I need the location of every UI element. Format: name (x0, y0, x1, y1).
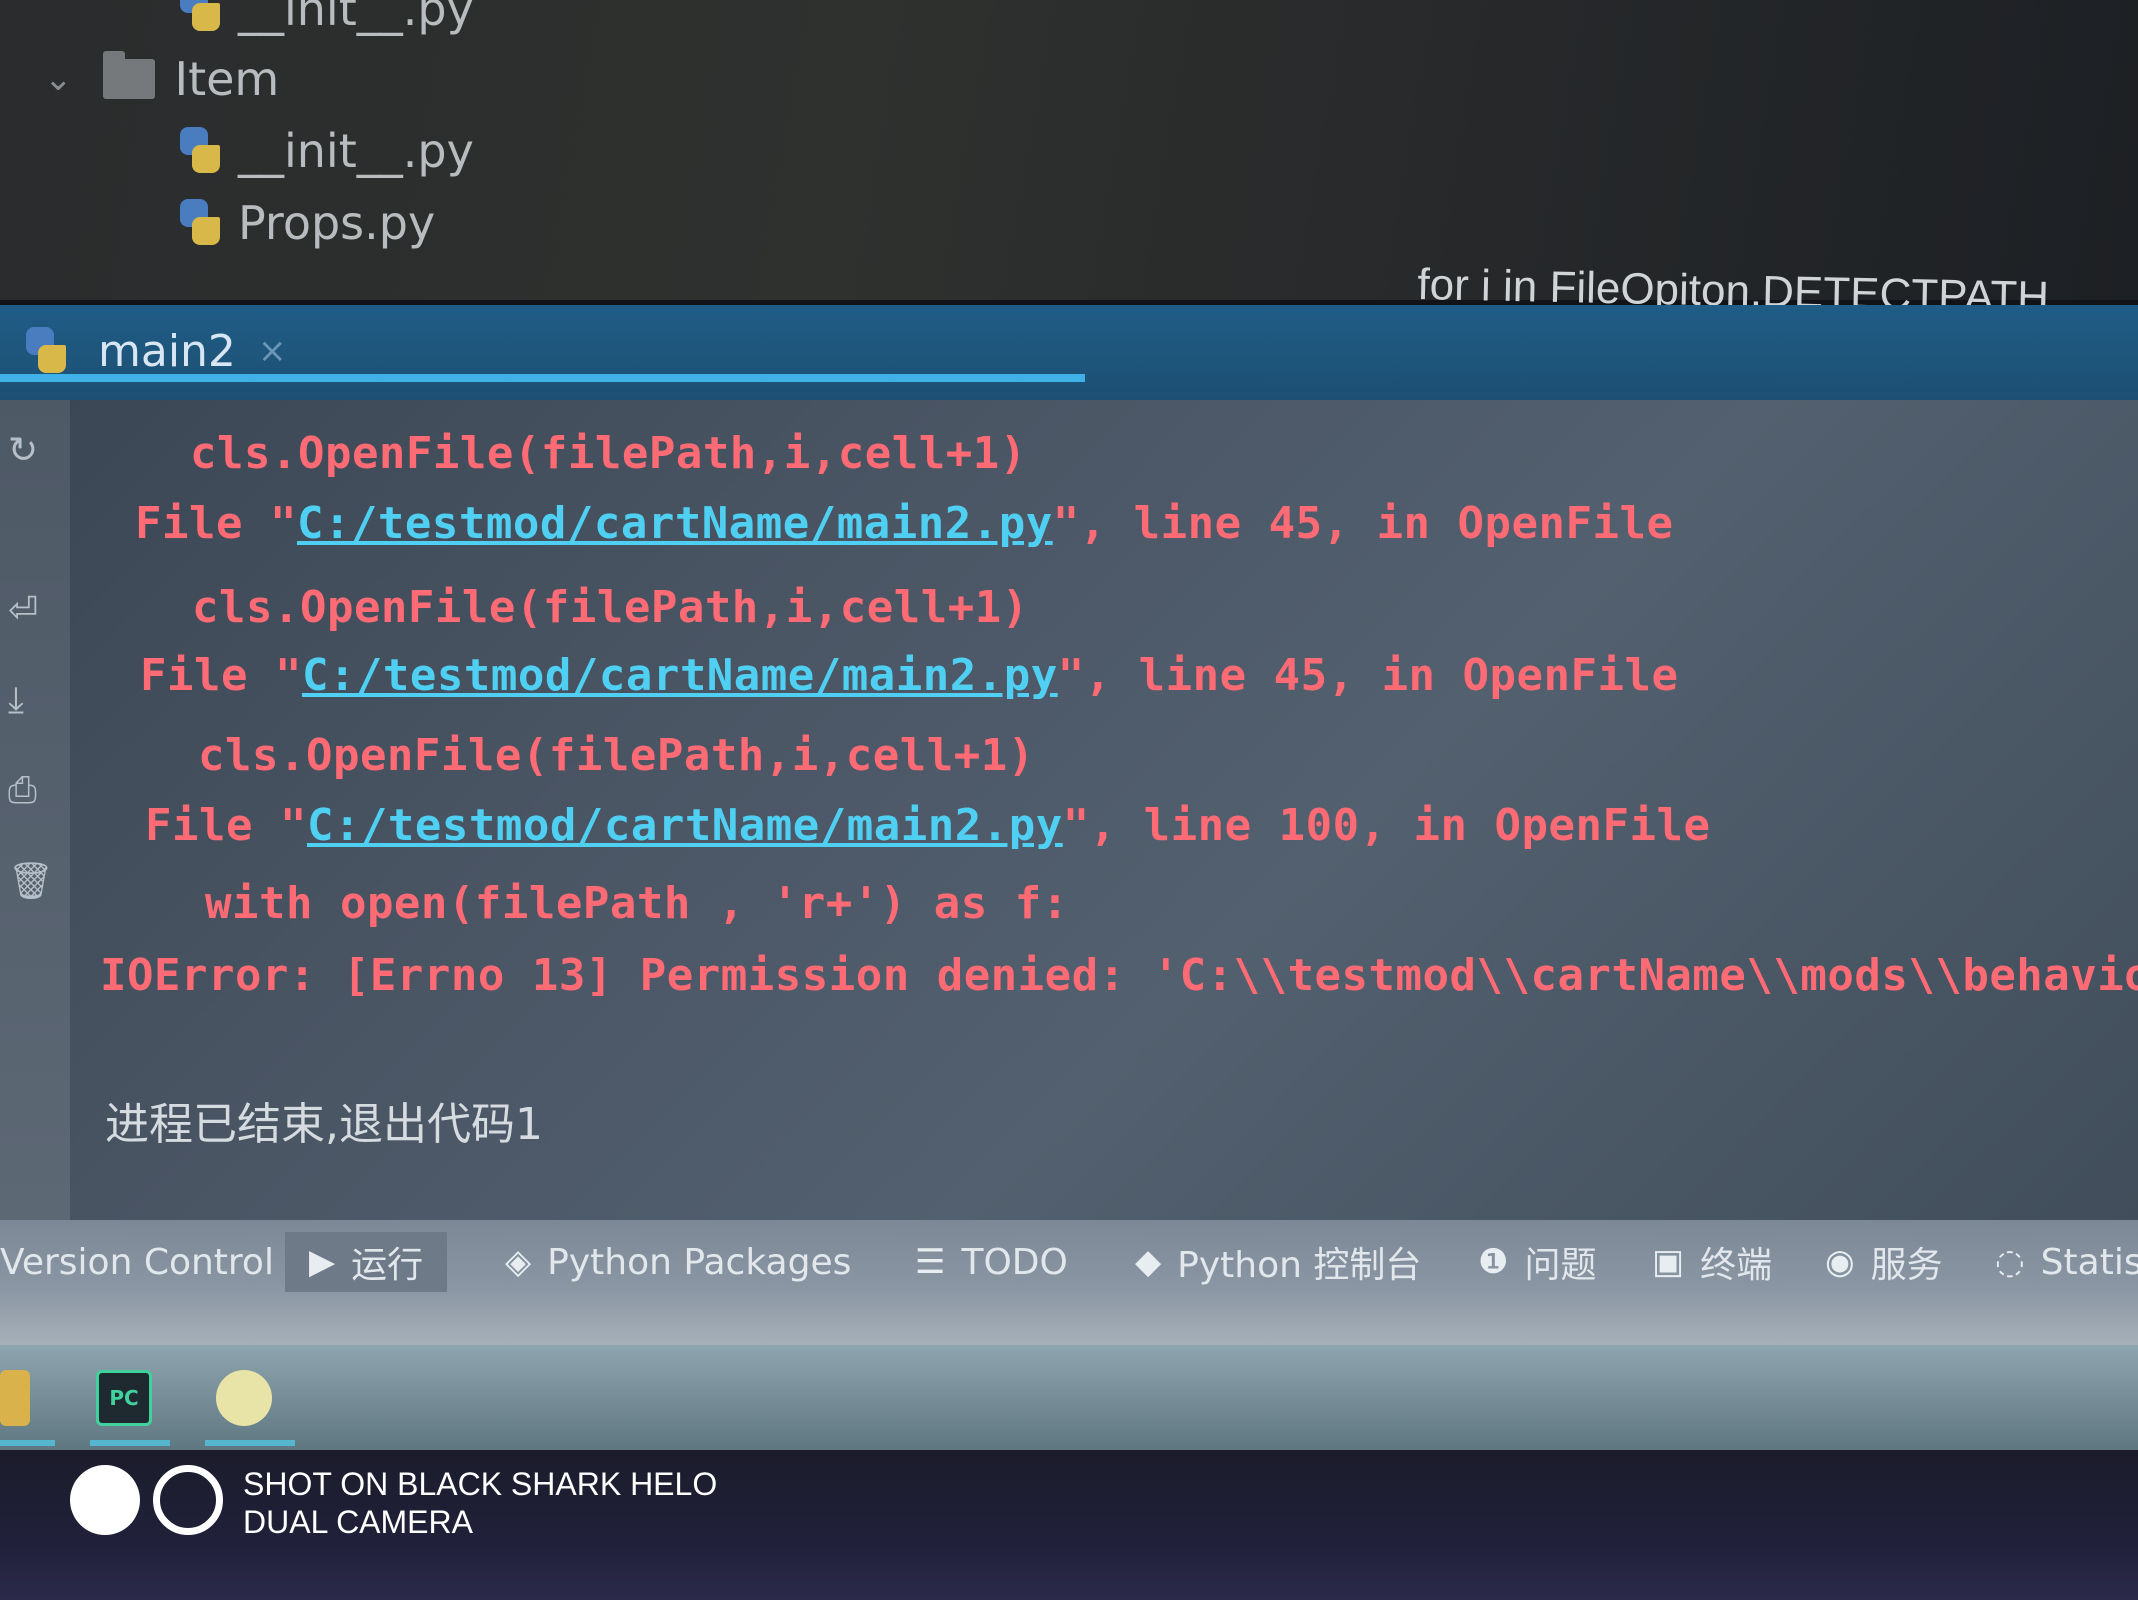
tool-statistic[interactable]: ◌ Statist (1995, 1232, 2138, 1292)
console-toolbar: ↻ ⏎ ⤓ ⎙ 🗑 (0, 400, 70, 1220)
watermark-dot-filled (70, 1465, 140, 1535)
console-line: cls.OpenFile(filePath,i,cell+1) (192, 582, 1029, 633)
scroll-to-end-icon[interactable]: ⤓ (8, 680, 24, 722)
file-link[interactable]: C:/testmod/cartName/main2.py (307, 800, 1063, 851)
tool-label: Version Control (0, 1241, 274, 1283)
tool-label: 终端 (1700, 1245, 1773, 1286)
python-file-icon (178, 127, 224, 175)
project-tree: __init__.py ⌄ Item __init__.py Props.py (0, 0, 2138, 300)
taskbar-active-indicator (0, 1440, 55, 1446)
taskbar-active-indicator (205, 1440, 295, 1446)
file-explorer-icon[interactable] (0, 1370, 30, 1426)
windows-taskbar (0, 1345, 2138, 1450)
tree-item-label: Props.py (238, 196, 436, 250)
play-icon: ▶ (309, 1242, 336, 1282)
python-file-icon (178, 199, 224, 247)
tool-problems[interactable]: ❶ 问题 (1478, 1232, 1597, 1292)
pycharm-icon[interactable]: PC (96, 1370, 152, 1426)
tool-label: 服务 (1870, 1245, 1943, 1286)
watermark-line2: DUAL CAMERA (243, 1504, 473, 1540)
list-icon: ☰ (915, 1242, 946, 1282)
python-file-icon (178, 0, 224, 33)
run-tab-bar: main2 × (0, 305, 2138, 400)
console-line: with open(filePath , 'r+') as f: (205, 878, 1069, 929)
tree-file-props[interactable]: Props.py (178, 196, 435, 250)
tab-run-main2[interactable]: main2 × (0, 305, 300, 397)
terminal-icon: ▣ (1652, 1242, 1685, 1282)
tool-label: Python 控制台 (1177, 1245, 1422, 1286)
python-icon (24, 327, 70, 375)
tree-folder-item[interactable]: ⌄ Item (44, 51, 280, 106)
services-icon: ◉ (1825, 1242, 1855, 1282)
tool-services[interactable]: ◉ 服务 (1825, 1232, 1943, 1292)
tool-python-console[interactable]: ◆ Python 控制台 (1135, 1232, 1421, 1292)
packages-icon: ◈ (505, 1242, 532, 1282)
tool-label: Python Packages (547, 1241, 852, 1283)
watermark-dot-ring (153, 1465, 223, 1535)
tree-item-label: __init__.py (238, 124, 474, 178)
tool-version-control[interactable]: Version Control (0, 1232, 274, 1292)
soft-wrap-icon[interactable]: ⏎ (8, 590, 38, 631)
console-line: File "C:/testmod/cartName/main2.py", lin… (140, 650, 1679, 701)
console-error-line: IOError: [Errno 13] Permission denied: '… (100, 950, 2138, 1001)
tree-item-label: Item (174, 52, 280, 106)
console-line: cls.OpenFile(filePath,i,cell+1) (190, 428, 1027, 479)
browser-icon[interactable] (216, 1370, 272, 1426)
process-exit-message: 进程已结束,退出代码1 (105, 1099, 543, 1150)
tool-label: 问题 (1524, 1245, 1597, 1286)
tool-todo[interactable]: ☰ TODO (915, 1232, 1068, 1292)
active-tab-indicator (0, 374, 1085, 382)
tool-label: Statist (2040, 1241, 2138, 1283)
close-icon[interactable]: × (258, 331, 287, 371)
tree-file-init-top[interactable]: __init__.py (178, 0, 474, 36)
console-line: cls.OpenFile(filePath,i,cell+1) (198, 730, 1035, 781)
problems-icon: ❶ (1478, 1242, 1509, 1282)
tree-file-init[interactable]: __init__.py (178, 124, 474, 178)
tool-python-packages[interactable]: ◈ Python Packages (505, 1232, 851, 1292)
tool-label: 运行 (351, 1245, 424, 1286)
statistics-icon: ◌ (1995, 1242, 2025, 1282)
tool-label: TODO (961, 1241, 1068, 1283)
tool-run[interactable]: ▶ 运行 (285, 1232, 448, 1292)
console-line: File "C:/testmod/cartName/main2.py", lin… (135, 498, 1674, 549)
pycharm-badge: PC (109, 1386, 139, 1410)
tool-terminal[interactable]: ▣ 终端 (1652, 1232, 1772, 1292)
file-link[interactable]: C:/testmod/cartName/main2.py (302, 650, 1058, 701)
trash-icon[interactable]: 🗑 (8, 860, 54, 902)
file-link[interactable]: C:/testmod/cartName/main2.py (297, 498, 1053, 549)
taskbar-active-indicator (90, 1440, 170, 1446)
run-tab-label: main2 (98, 325, 236, 377)
console-line: File "C:/testmod/cartName/main2.py", lin… (145, 800, 1711, 851)
folder-icon (102, 51, 155, 99)
print-icon[interactable]: ⎙ (8, 770, 37, 812)
python-console-icon: ◆ (1135, 1242, 1162, 1282)
rerun-icon[interactable]: ↻ (8, 430, 38, 471)
chevron-down-icon[interactable]: ⌄ (44, 59, 73, 99)
tree-item-label: __init__.py (238, 0, 474, 36)
watermark-line1: SHOT ON BLACK SHARK HELO (243, 1466, 718, 1502)
